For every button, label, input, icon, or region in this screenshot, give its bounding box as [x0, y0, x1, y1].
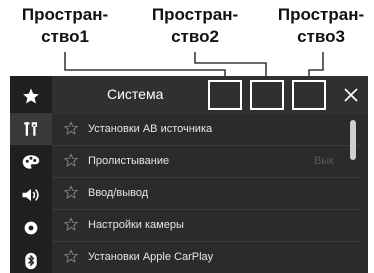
- callout-space-2: Простран- ство2: [140, 4, 250, 48]
- callout-line: ство2: [171, 27, 219, 46]
- shortcut-slot-1[interactable]: [208, 80, 242, 110]
- header-bar: Система: [52, 76, 368, 114]
- callout-line: ство1: [41, 27, 89, 46]
- sidebar-item-audio[interactable]: [10, 179, 52, 211]
- favorite-star-icon[interactable]: [64, 185, 78, 199]
- list-item-label: Настройки камеры: [88, 219, 184, 231]
- page-title: Система: [107, 86, 164, 102]
- callout-line: ство3: [297, 27, 345, 46]
- list-item-label: Установки Apple CarPlay: [88, 251, 214, 263]
- favorite-star-icon[interactable]: [64, 217, 78, 231]
- scrollbar-thumb[interactable]: [350, 120, 356, 160]
- disc-icon: [24, 221, 38, 235]
- head-unit-screen: Система Установки AB источника Пролистыв…: [10, 76, 368, 273]
- list-item-label: Установки AB источника: [88, 123, 213, 135]
- settings-list: Установки AB источника Пролистывание Вык…: [52, 114, 362, 273]
- list-item[interactable]: Пролистывание Вык: [52, 146, 362, 178]
- list-item-value: Вык: [313, 155, 334, 167]
- sidebar-item-theme[interactable]: [10, 146, 52, 178]
- callout-line: Простран-: [151, 5, 239, 24]
- callout-space-1: Простран- ство1: [10, 4, 120, 48]
- volume-icon: [22, 188, 39, 202]
- sidebar: [10, 76, 52, 273]
- shortcut-slot-3[interactable]: [292, 80, 326, 110]
- favorite-star-icon[interactable]: [64, 153, 78, 167]
- bluetooth-icon: [25, 252, 37, 270]
- tools-icon: [24, 122, 37, 136]
- sidebar-item-source[interactable]: [10, 212, 52, 244]
- theme-icon: [22, 155, 40, 169]
- callout-line: Простран-: [277, 5, 365, 24]
- sidebar-item-bluetooth[interactable]: [10, 245, 52, 273]
- star-icon: [23, 88, 39, 104]
- close-icon: [344, 88, 358, 102]
- callout-space-3: Простран- ство3: [271, 4, 371, 48]
- callout-line: Простран-: [21, 5, 109, 24]
- favorite-star-icon[interactable]: [64, 249, 78, 263]
- sidebar-item-favorites[interactable]: [10, 80, 52, 112]
- close-button[interactable]: [339, 83, 363, 107]
- list-item-label: Ввод/вывод: [88, 187, 149, 199]
- list-item[interactable]: Установки AB источника: [52, 114, 362, 146]
- list-item[interactable]: Настройки камеры: [52, 210, 362, 242]
- sidebar-item-settings[interactable]: [10, 113, 52, 145]
- list-item-label: Пролистывание: [88, 155, 170, 167]
- list-item[interactable]: Установки Apple CarPlay: [52, 242, 362, 273]
- shortcut-slot-2[interactable]: [250, 80, 284, 110]
- favorite-star-icon[interactable]: [64, 121, 78, 135]
- list-item[interactable]: Ввод/вывод: [52, 178, 362, 210]
